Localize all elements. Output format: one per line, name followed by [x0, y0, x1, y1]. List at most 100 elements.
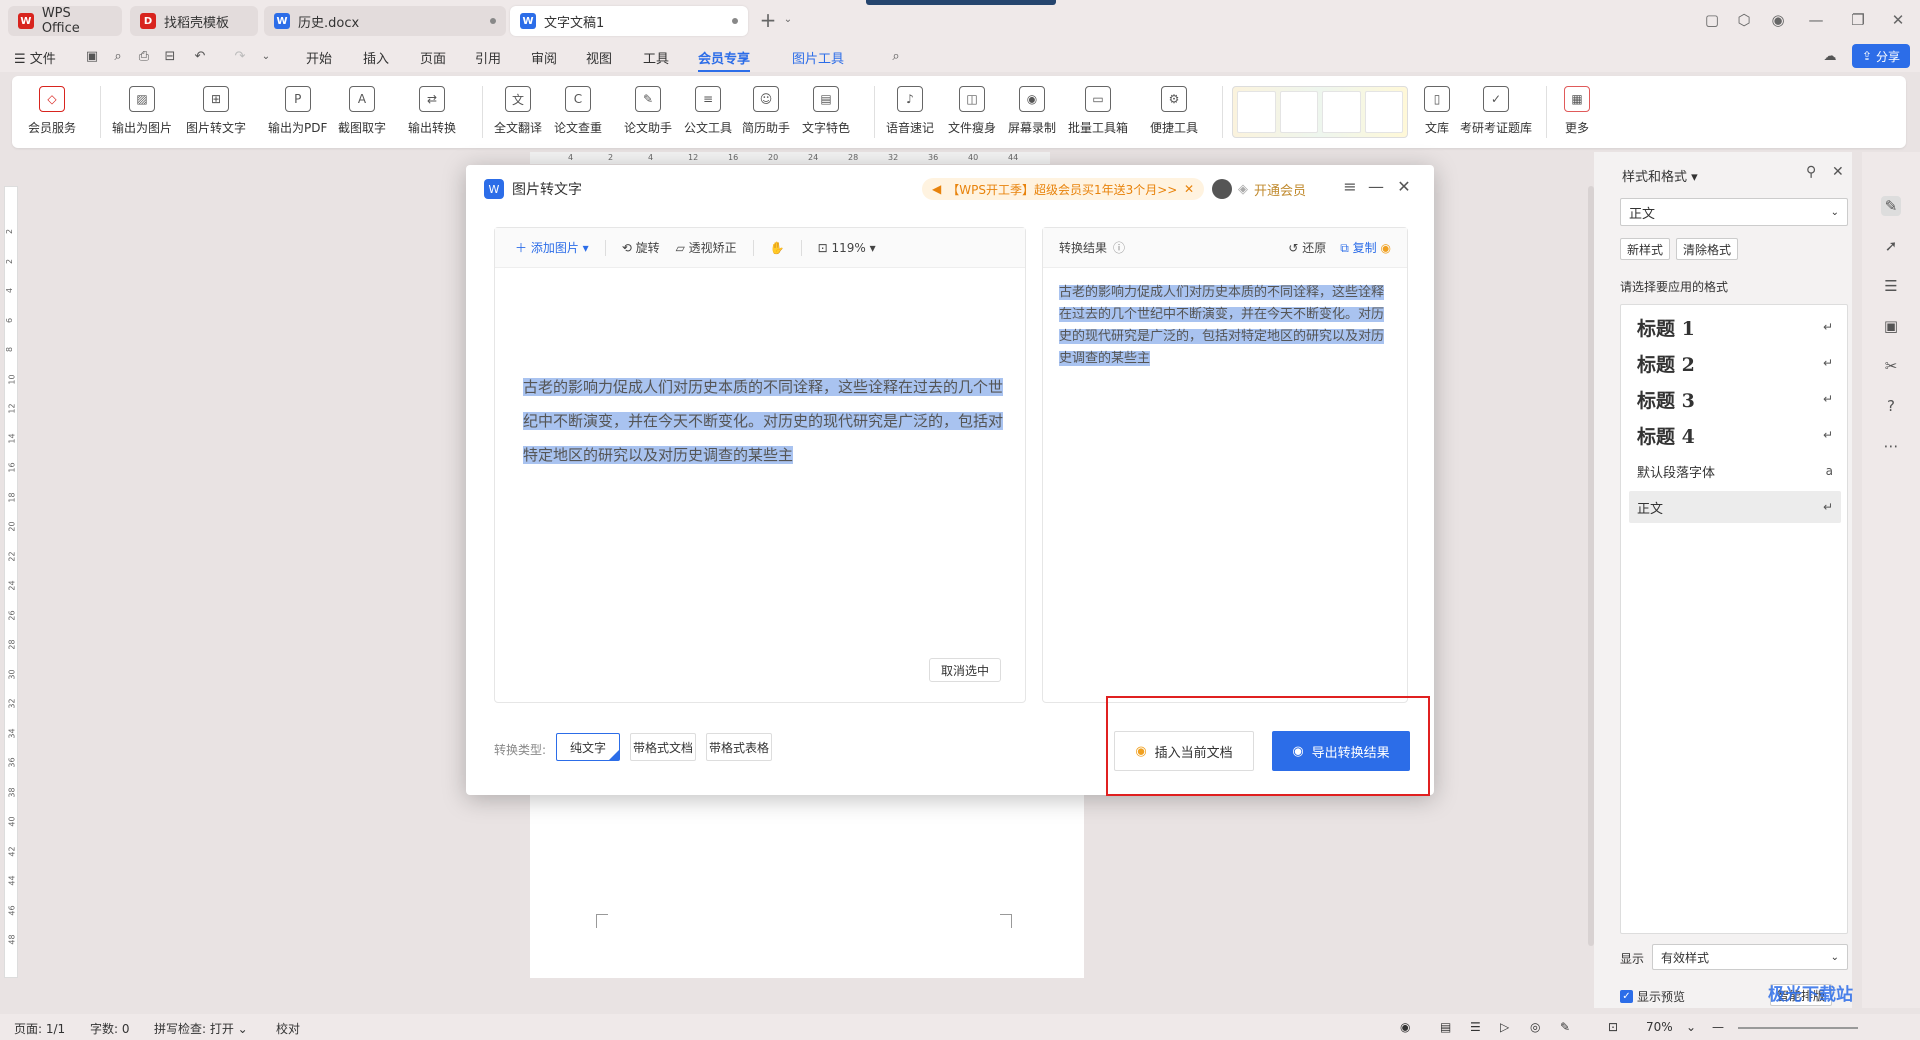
- text-features-button[interactable]: ▤ 文字特色: [802, 86, 850, 136]
- menu-member-exclusive[interactable]: 会员专享: [698, 48, 751, 72]
- print-preview-icon[interactable]: ⌕: [110, 49, 126, 65]
- full-translate-button[interactable]: 文全文翻译: [494, 86, 542, 136]
- menu-picture-tools[interactable]: 图片工具: [792, 48, 844, 67]
- edit-pen-icon[interactable]: ✎: [1881, 196, 1901, 216]
- eye-protect-icon[interactable]: ◉: [1400, 1020, 1410, 1034]
- save-icon[interactable]: ▣: [84, 49, 100, 65]
- style-body-text[interactable]: 正文 ↵: [1629, 491, 1841, 523]
- template-thumb[interactable]: [1237, 91, 1276, 133]
- perspective-correct-button[interactable]: ▱ 透视矫正: [676, 239, 737, 256]
- style-heading-2[interactable]: 标题 2 ↵: [1629, 347, 1841, 379]
- handy-tools-button[interactable]: ⚙ 便捷工具: [1150, 86, 1198, 136]
- plain-text-option[interactable]: 纯文字: [556, 733, 620, 761]
- tab-docer-template[interactable]: D 找稻壳模板: [130, 6, 258, 36]
- selected-result-text[interactable]: 古老的影响力促成人们对历史本质的不同诠释，这些诠释在过去的几个世纪中不断演变，并…: [1059, 285, 1385, 366]
- style-heading-1[interactable]: 标题 1 ↵: [1629, 311, 1841, 343]
- menu-icon[interactable]: ≡: [1340, 177, 1360, 197]
- paper-check-button[interactable]: C 论文查重: [554, 86, 602, 136]
- play-icon[interactable]: ▷: [1500, 1020, 1509, 1034]
- screen-record-button[interactable]: ◉ 屏幕录制: [1008, 86, 1056, 136]
- tab-history-docx[interactable]: W 历史.docx: [264, 6, 506, 36]
- cancel-selection-button[interactable]: 取消选中: [929, 658, 1001, 682]
- file-slim-button[interactable]: ◫ 文件瘦身: [948, 86, 996, 136]
- menu-view[interactable]: 视图: [586, 48, 612, 67]
- formatted-table-option[interactable]: 带格式表格: [706, 733, 772, 761]
- styles-pane-title[interactable]: 样式和格式 ▾: [1622, 166, 1698, 185]
- member-service-button[interactable]: ◇ 会员服务: [28, 86, 76, 136]
- outline-view-icon[interactable]: ☰: [1470, 1020, 1481, 1034]
- minimize-icon[interactable]: —: [1366, 177, 1386, 197]
- image-edit-icon[interactable]: ▣: [1881, 316, 1901, 336]
- page-view-icon[interactable]: ▤: [1440, 1020, 1451, 1034]
- batch-toolbox-button[interactable]: ▭ 批量工具箱: [1068, 86, 1128, 136]
- tab-wps-office[interactable]: W WPS Office: [8, 6, 122, 36]
- minimize-icon[interactable]: —: [1806, 10, 1826, 30]
- add-image-button[interactable]: ＋ 添加图片 ▾: [515, 239, 589, 256]
- pen-icon[interactable]: ✎: [1560, 1020, 1570, 1034]
- clear-format-button[interactable]: 清除格式: [1676, 238, 1739, 260]
- export-convert-button[interactable]: ⇄ 输出转换: [408, 86, 456, 136]
- template-thumb[interactable]: [1279, 91, 1318, 133]
- result-text-content[interactable]: 古老的影响力促成人们对历史本质的不同诠释，这些诠释在过去的几个世纪中不断演变，并…: [1059, 282, 1389, 370]
- search-icon[interactable]: ⌕: [888, 49, 904, 65]
- resume-assistant-button[interactable]: ☺ 简历助手: [742, 86, 790, 136]
- new-style-button[interactable]: 新样式: [1620, 238, 1671, 260]
- style-default-font[interactable]: 默认段落字体 a: [1629, 455, 1841, 487]
- settings-sliders-icon[interactable]: ☰: [1881, 276, 1901, 296]
- vertical-ruler[interactable]: 2 2 4 6 8 10 12 14 16 18 20 22 24 26 28 30 32 34 36 38 40 42 4…: [4, 186, 18, 978]
- show-styles-select[interactable]: 有效样式 ⌄: [1652, 944, 1848, 970]
- redo-icon[interactable]: ↷: [232, 49, 248, 65]
- library-button[interactable]: ▯ 文库: [1424, 86, 1450, 136]
- official-doc-button[interactable]: ≡ 公文工具: [684, 86, 732, 136]
- print-icon[interactable]: ⎙: [136, 49, 152, 65]
- hand-tool-icon[interactable]: ✋: [770, 241, 785, 255]
- paper-assistant-button[interactable]: ✎ 论文助手: [624, 86, 672, 136]
- proofread-button[interactable]: 校对: [276, 1020, 300, 1037]
- new-tab-plus-icon[interactable]: +: [758, 10, 778, 30]
- show-preview-checkbox[interactable]: ✓ 显示预览: [1620, 988, 1685, 1005]
- export-image-button[interactable]: ▨ 输出为图片: [112, 86, 172, 136]
- template-thumb[interactable]: [1322, 91, 1361, 133]
- zoom-slider[interactable]: [1738, 1027, 1858, 1029]
- rotate-button[interactable]: ⟲ 旋转: [622, 239, 660, 256]
- more-chevron-icon[interactable]: ⌄: [258, 49, 274, 65]
- close-pane-icon[interactable]: ✕: [1832, 164, 1844, 180]
- selected-image-text[interactable]: 古老的影响力促成人们对历史本质的不同诠释，这些诠释在过去的几个世纪中不断演变，并…: [523, 378, 1004, 464]
- web-view-icon[interactable]: ◎: [1530, 1020, 1540, 1034]
- pin-icon[interactable]: ⚲: [1806, 164, 1816, 180]
- current-style-select[interactable]: 正文 ⌄: [1620, 198, 1848, 226]
- cursor-select-icon[interactable]: ➚: [1881, 236, 1901, 256]
- info-icon[interactable]: ⓘ: [1113, 239, 1125, 256]
- promo-banner[interactable]: ◀ 【WPS开工季】超级会员买1年送3个月>> ✕: [922, 178, 1204, 200]
- voice-note-button[interactable]: ♪ 语音速记: [886, 86, 934, 136]
- preview-icon[interactable]: ⊟: [162, 49, 178, 65]
- menu-home[interactable]: 开始: [306, 48, 332, 67]
- menu-page[interactable]: 页面: [420, 48, 446, 67]
- tab-document-1[interactable]: W 文字文稿1: [510, 6, 748, 36]
- tools-icon[interactable]: ✂: [1881, 356, 1901, 376]
- image-to-text-button[interactable]: ⊞ 图片转文字: [186, 86, 246, 136]
- close-window-icon[interactable]: ✕: [1888, 10, 1908, 30]
- word-count[interactable]: 字数: 0: [90, 1020, 130, 1037]
- more-button[interactable]: ▦ 更多: [1564, 86, 1590, 136]
- zoom-dropdown-icon[interactable]: ⌄: [1686, 1020, 1696, 1034]
- export-pdf-button[interactable]: P 输出为PDF: [268, 86, 327, 136]
- undo-icon[interactable]: ↶: [192, 49, 208, 65]
- style-heading-4[interactable]: 标题 4 ↵: [1629, 419, 1841, 451]
- image-text-content[interactable]: 古老的影响力促成人们对历史本质的不同诠释，这些诠释在过去的几个世纪中不断演变，并…: [523, 370, 1004, 472]
- copy-button[interactable]: ⧉ 复制 ◉: [1340, 239, 1391, 256]
- menu-tools[interactable]: 工具: [643, 48, 669, 67]
- formatted-doc-option[interactable]: 带格式文档: [630, 733, 696, 761]
- spell-check-toggle[interactable]: 拼写检查: 打开 ⌄: [154, 1020, 248, 1037]
- cube-icon[interactable]: ⬡: [1734, 10, 1754, 30]
- screenshot-text-button[interactable]: A 截图取字: [338, 86, 386, 136]
- menu-insert[interactable]: 插入: [363, 48, 389, 67]
- menu-references[interactable]: 引用: [475, 48, 501, 67]
- user-avatar-icon[interactable]: ◉: [1768, 10, 1788, 30]
- style-heading-3[interactable]: 标题 3 ↵: [1629, 383, 1841, 415]
- close-icon[interactable]: ✕: [1394, 177, 1414, 197]
- fit-page-icon[interactable]: ⊡: [1608, 1020, 1618, 1034]
- restore-button[interactable]: ↺ 还原: [1288, 239, 1326, 256]
- horizontal-ruler[interactable]: 4 2 4 12 16 20 24 28 32 36 40 44: [530, 152, 1050, 164]
- page-count[interactable]: 页面: 1/1: [14, 1020, 65, 1037]
